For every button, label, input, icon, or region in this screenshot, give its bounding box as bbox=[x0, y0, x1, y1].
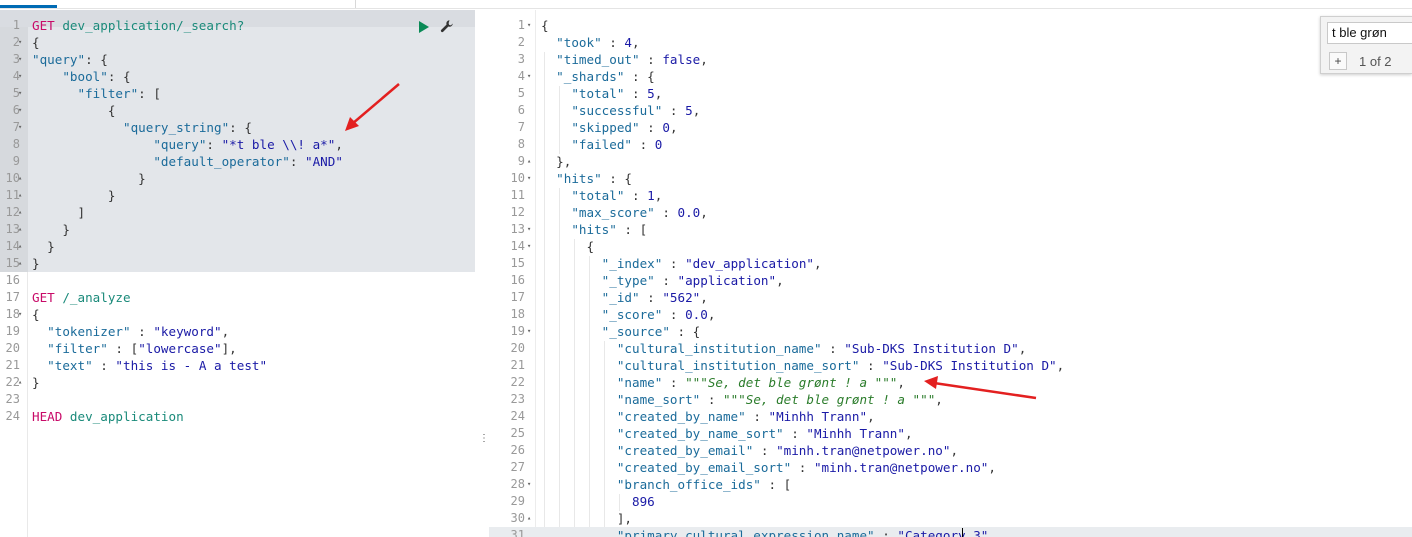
find-widget: t ble grøn + 1 of 2 bbox=[1320, 16, 1412, 74]
response-viewer[interactable]: 1 ▾{ 2 "took" : 4, 3 "timed_out" : false,… bbox=[489, 10, 1412, 537]
tab-separator bbox=[355, 0, 356, 8]
find-match-count: 1 of 2 bbox=[1359, 54, 1392, 69]
red-arrow-annotation bbox=[345, 83, 400, 131]
pane-resize-handle[interactable]: ⋮ bbox=[479, 433, 489, 444]
active-tab-indicator[interactable] bbox=[0, 5, 57, 8]
request-editor[interactable]: 1 GET dev_application/_search? 2 ▾{ 3 ▾ "que… bbox=[0, 10, 475, 537]
find-expand-button[interactable]: + bbox=[1329, 52, 1347, 70]
red-arrow-annotation bbox=[924, 376, 1037, 400]
find-input[interactable]: t ble grøn bbox=[1327, 22, 1412, 44]
tab-bar bbox=[0, 0, 1412, 9]
